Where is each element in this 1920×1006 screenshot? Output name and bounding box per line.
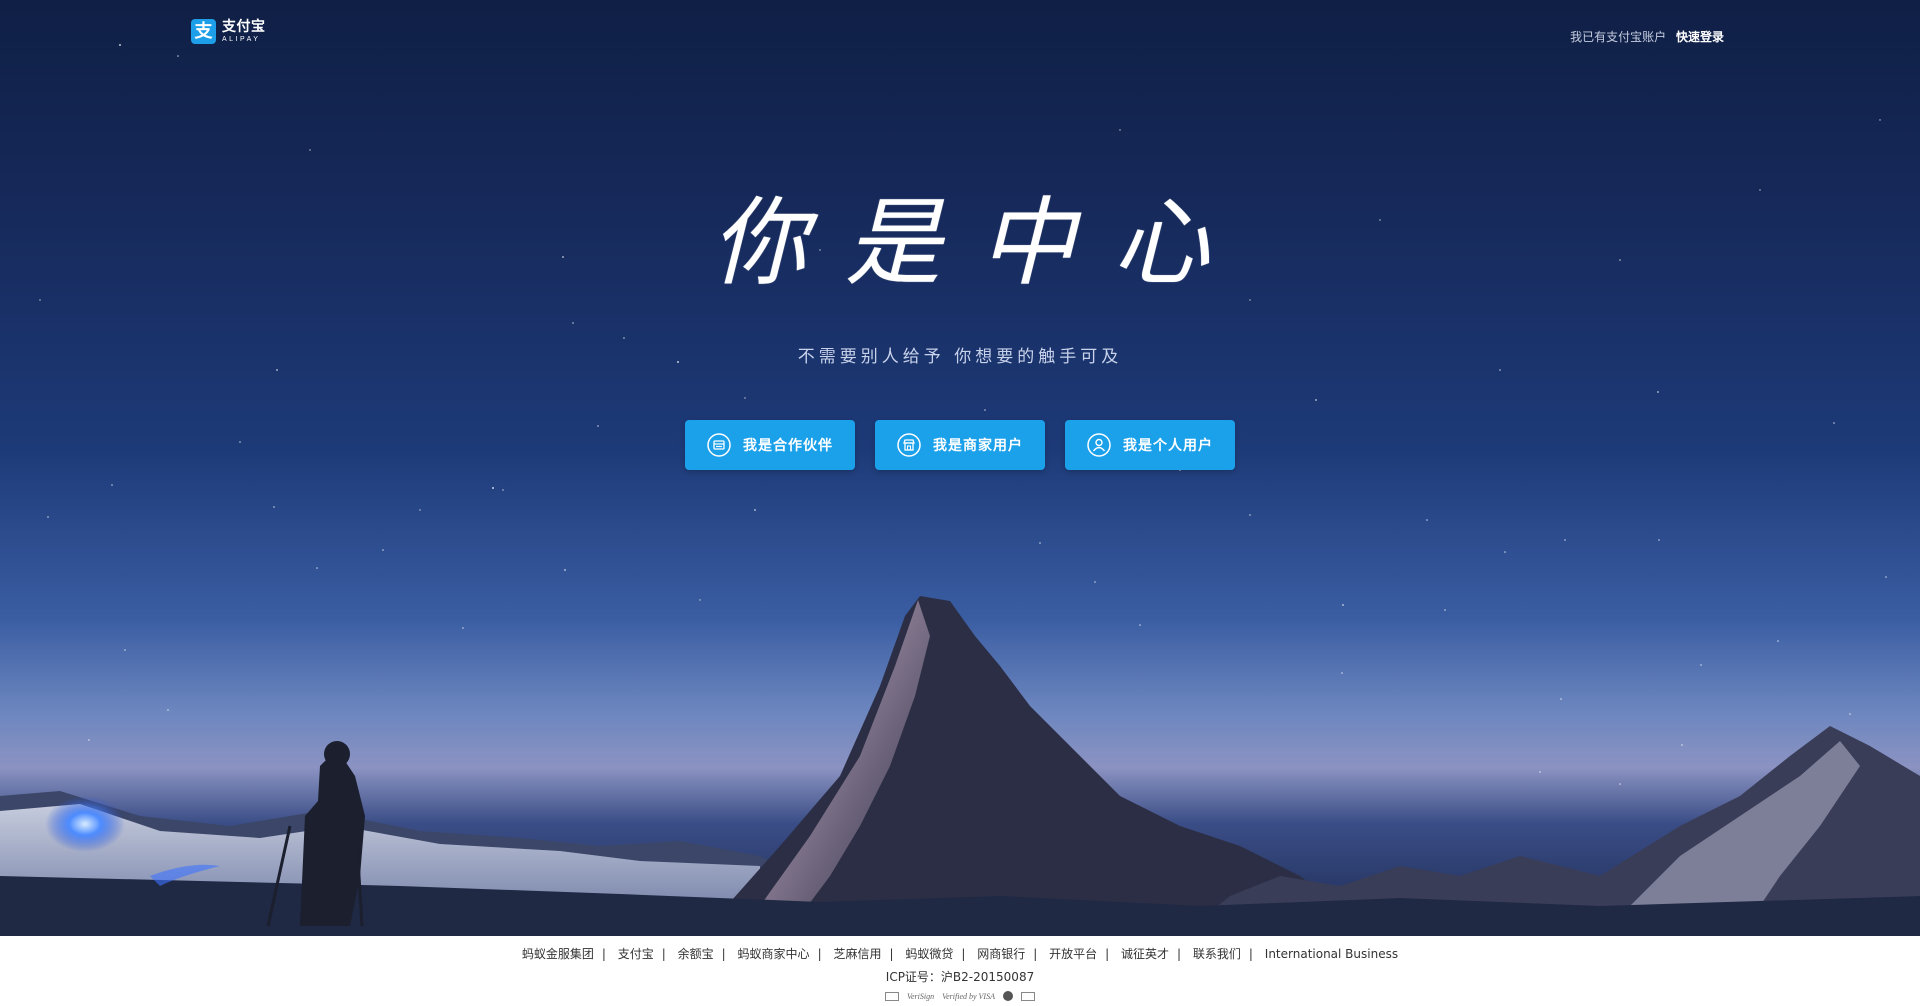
partner-button-label: 我是合作伙伴 — [743, 438, 833, 454]
personal-user-button-label: 我是个人用户 — [1123, 438, 1213, 454]
logo-chinese-name: 支付宝 — [222, 19, 266, 35]
quick-login-link[interactable]: 快速登录 — [1676, 30, 1724, 44]
footer-link-mybank[interactable]: 网商银行 — [977, 947, 1025, 961]
alipay-logo[interactable]: 支 支付宝 ALIPAY — [191, 19, 266, 44]
footer-links: 蚂蚁金服集团 | 支付宝 | 余额宝 | 蚂蚁商家中心 | 芝麻信用 | 蚂蚁微贷 | 网商… — [521, 947, 1399, 961]
merchant-button[interactable]: 我是商家用户 — [875, 420, 1045, 470]
cloud-security-icon[interactable] — [1020, 991, 1035, 1001]
page-footer: 蚂蚁金服集团 | 支付宝 | 余额宝 | 蚂蚁商家中心 | 芝麻信用 | 蚂蚁微贷 | 网商… — [0, 936, 1920, 1006]
partner-icon — [707, 433, 731, 457]
account-prompt: 我已有支付宝账户 — [1570, 30, 1667, 44]
hero-slogan: 你是中心 — [711, 187, 1247, 299]
shop-icon — [897, 433, 921, 457]
verified-by-visa-badge[interactable]: Verified by VISA — [942, 992, 995, 1001]
alipay-logo-wordmark: 支付宝 ALIPAY — [222, 20, 266, 43]
footer-link-alipay[interactable]: 支付宝 — [618, 947, 654, 961]
user-icon — [1087, 433, 1111, 457]
security-seal-icon[interactable] — [1002, 991, 1013, 1001]
footer-link-ant-financial[interactable]: 蚂蚁金服集团 — [522, 947, 594, 961]
footer-link-micro-loan[interactable]: 蚂蚁微贷 — [905, 947, 953, 961]
account-login-bar: 我已有支付宝账户 快速登录 — [1570, 28, 1724, 45]
personal-user-button[interactable]: 我是个人用户 — [1065, 420, 1235, 470]
footer-link-open-platform[interactable]: 开放平台 — [1049, 947, 1097, 961]
hero-subtitle: 不需要别人给予 你想要的触手可及 — [797, 347, 1123, 367]
trust-badges: VeriSign Verified by VISA — [0, 991, 1920, 1001]
partner-button[interactable]: 我是合作伙伴 — [685, 420, 855, 470]
footer-link-contact[interactable]: 联系我们 — [1193, 947, 1241, 961]
footer-link-international[interactable]: International Business — [1265, 947, 1398, 961]
logo-english-name: ALIPAY — [222, 36, 261, 43]
merchant-button-label: 我是商家用户 — [933, 438, 1023, 454]
mountain-landscape — [0, 596, 1920, 936]
certificate-icon[interactable] — [885, 991, 899, 1001]
footer-link-careers[interactable]: 诚征英才 — [1121, 947, 1169, 961]
footer-link-zhima-credit[interactable]: 芝麻信用 — [833, 947, 881, 961]
role-selection: 我是合作伙伴 我是商家用户 我是个人用户 — [0, 420, 1920, 470]
verisign-badge[interactable]: VeriSign — [907, 992, 934, 1001]
alipay-logo-icon: 支 — [191, 19, 216, 44]
footer-link-merchant-center[interactable]: 蚂蚁商家中心 — [738, 947, 810, 961]
footer-link-yuebao[interactable]: 余额宝 — [678, 947, 714, 961]
icp-license: ICP证号：沪B2-20150087 — [885, 970, 1035, 984]
